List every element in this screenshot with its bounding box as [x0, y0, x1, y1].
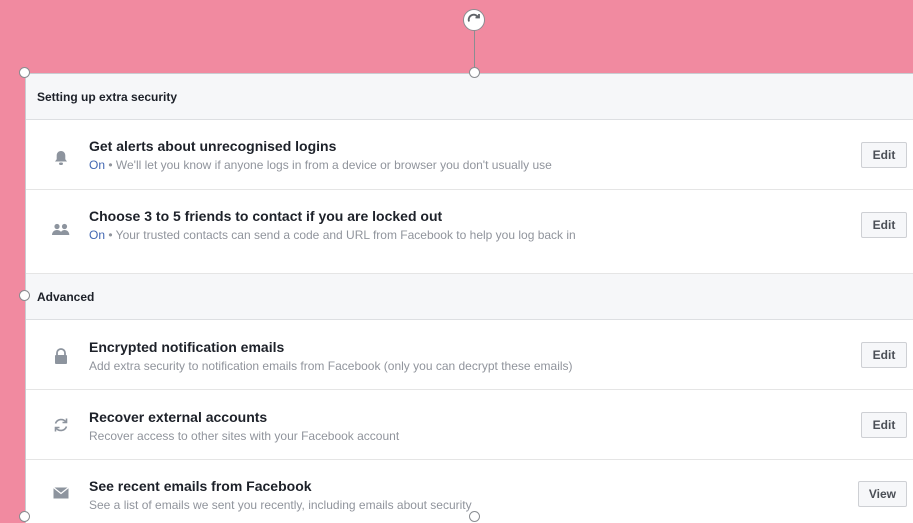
- status-on: On: [89, 228, 106, 242]
- resize-handle-bottom-left[interactable]: [19, 511, 30, 522]
- resize-handle-bottom-center[interactable]: [469, 511, 480, 522]
- setting-description: On • We'll let you know if anyone logs i…: [89, 158, 552, 172]
- setting-row-trusted-contacts: Choose 3 to 5 friends to contact if you …: [26, 190, 913, 274]
- edit-login-alerts-button[interactable]: Edit: [861, 142, 907, 168]
- friends-icon: [50, 219, 72, 241]
- setting-description: Add extra security to notification email…: [89, 359, 573, 373]
- section-header-advanced: Advanced: [26, 274, 913, 320]
- setting-title: Choose 3 to 5 friends to contact if you …: [89, 208, 443, 224]
- status-on: On: [89, 158, 106, 172]
- setting-row-recover-accounts: Recover external accounts Recover access…: [26, 390, 913, 460]
- setting-description: On • Your trusted contacts can send a co…: [89, 228, 576, 242]
- setting-title: See recent emails from Facebook: [89, 478, 312, 494]
- section-header-extra-security: Setting up extra security: [26, 74, 913, 120]
- rotation-handle-line: [474, 28, 475, 68]
- resize-handle-middle-left[interactable]: [19, 290, 30, 301]
- setting-description: See a list of emails we sent you recentl…: [89, 498, 472, 512]
- setting-title: Recover external accounts: [89, 409, 268, 425]
- section-title: Setting up extra security: [37, 89, 178, 104]
- setting-row-login-alerts: Get alerts about unrecognised logins On …: [26, 120, 913, 190]
- section-title: Advanced: [37, 289, 95, 304]
- edit-trusted-contacts-button[interactable]: Edit: [861, 212, 907, 238]
- resize-handle-top-center[interactable]: [469, 67, 480, 78]
- refresh-icon: [50, 414, 72, 436]
- setting-title: Get alerts about unrecognised logins: [89, 138, 337, 154]
- resize-handle-top-left[interactable]: [19, 67, 30, 78]
- setting-row-encrypted-emails: Encrypted notification emails Add extra …: [26, 320, 913, 390]
- view-recent-emails-button[interactable]: View: [857, 481, 907, 507]
- edit-encrypted-emails-button[interactable]: Edit: [861, 342, 907, 368]
- edit-recover-accounts-button[interactable]: Edit: [861, 412, 907, 438]
- setting-description: Recover access to other sites with your …: [89, 429, 400, 443]
- setting-title: Encrypted notification emails: [89, 339, 285, 355]
- lock-icon: [50, 345, 72, 367]
- security-settings-panel: Setting up extra security Get alerts abo…: [25, 73, 913, 523]
- envelope-icon: [50, 482, 72, 504]
- rotate-icon[interactable]: [462, 8, 486, 32]
- bell-icon: [50, 147, 72, 169]
